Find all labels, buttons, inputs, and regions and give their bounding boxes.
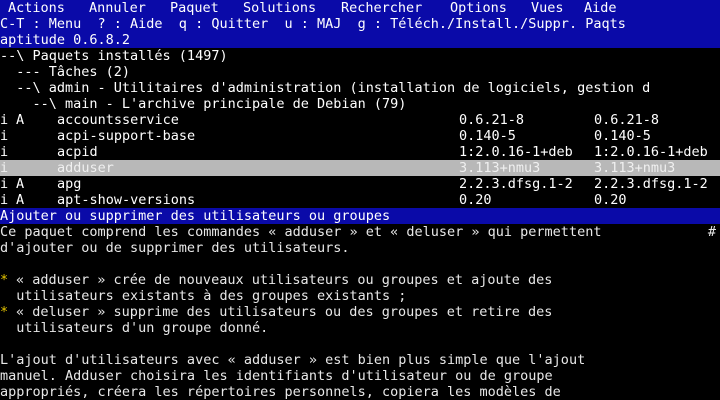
package-row-selected[interactable]: i adduser 3.113+nmu3 3.113+nmu3: [0, 160, 720, 176]
menu-annuler[interactable]: Annuler: [89, 0, 146, 16]
description-line: * « adduser » crée de nouveaux utilisate…: [0, 272, 720, 288]
menu-vues[interactable]: Vues: [531, 0, 564, 16]
package-row[interactable]: i A accountsservice 0.6.21-8 0.6.21-8: [0, 112, 720, 128]
description-text: L'ajout d'utilisateurs avec « adduser » …: [0, 352, 586, 368]
package-state-flag: i: [0, 192, 9, 208]
package-current-version: 1:2.0.16-1+deb: [459, 144, 573, 160]
description-line: utilisateurs existants à des groupes exi…: [0, 288, 720, 304]
description-text: appropriés, créera les répertoires perso…: [0, 384, 561, 400]
description-line: [0, 336, 720, 352]
package-candidate-version: 0.140-5: [594, 128, 651, 144]
version-text: aptitude 0.6.8.2: [0, 32, 131, 48]
package-name: apt-show-versions: [57, 192, 196, 208]
description-text: « adduser » crée de nouveaux utilisateur…: [16, 272, 553, 288]
description-text: utilisateurs existants à des groupes exi…: [0, 288, 407, 304]
tree-main[interactable]: --\ main - L'archive principale de Debia…: [0, 96, 720, 112]
description-line: * « deluser » supprime des utilisateurs …: [0, 304, 720, 320]
menu-options[interactable]: Options: [450, 0, 507, 16]
package-current-version: 3.113+nmu3: [459, 160, 541, 176]
package-state-flag: i: [0, 112, 9, 128]
package-candidate-version: 0.6.21-8: [594, 112, 660, 128]
menu-paquet[interactable]: Paquet: [170, 0, 219, 16]
package-state-flag: i: [0, 176, 9, 192]
package-row[interactable]: i A apg 2.2.3.dfsg.1-2 2.2.3.dfsg.1-2: [0, 176, 720, 192]
menu-bar: Actions Annuler Paquet Solutions Recherc…: [0, 0, 720, 16]
description-text: d'ajouter ou de supprimer des utilisateu…: [0, 240, 350, 256]
package-name: apg: [57, 176, 82, 192]
scroll-indicator[interactable]: #: [708, 224, 716, 240]
key-hints-text: C-T : Menu ? : Aide q : Quitter u : MAJ …: [0, 16, 626, 32]
description-text: Ce paquet comprend les commandes « addus…: [0, 224, 602, 240]
description-title-bar: Ajouter ou supprimer des utilisateurs ou…: [0, 208, 720, 224]
description-line: L'ajout d'utilisateurs avec « adduser » …: [0, 352, 720, 368]
package-row[interactable]: i acpid 1:2.0.16-1+deb 1:2.0.16-1+deb: [0, 144, 720, 160]
tree-admin[interactable]: --\ admin - Utilitaires d'administration…: [0, 80, 720, 96]
package-candidate-version: 3.113+nmu3: [594, 160, 676, 176]
package-name: acpi-support-base: [57, 128, 196, 144]
bullet-icon: *: [0, 272, 9, 288]
tree-label: --\ Paquets installés (1497): [0, 48, 228, 64]
package-current-version: 0.6.21-8: [459, 112, 525, 128]
description-line: appropriés, créera les répertoires perso…: [0, 384, 720, 400]
package-state-flag: i: [0, 128, 9, 144]
package-current-version: 2.2.3.dfsg.1-2: [459, 176, 573, 192]
tree-installed[interactable]: --\ Paquets installés (1497): [0, 48, 720, 64]
description-line: manuel. Adduser choisira les identifiant…: [0, 368, 720, 384]
package-auto-flag: A: [16, 176, 25, 192]
package-state-flag: i: [0, 160, 9, 176]
description-line: [0, 256, 720, 272]
description-text: « deluser » supprime des utilisateurs ou…: [16, 304, 553, 320]
aptitude-terminal: Actions Annuler Paquet Solutions Recherc…: [0, 0, 720, 400]
menu-rechercher[interactable]: Rechercher: [341, 0, 422, 16]
package-name: adduser: [57, 160, 114, 176]
version-bar: aptitude 0.6.8.2: [0, 32, 720, 48]
package-name: accountsservice: [57, 112, 179, 128]
tree-tasks[interactable]: --- Tâches (2): [0, 64, 720, 80]
description-text: utilisateurs d'un groupe donné.: [0, 320, 269, 336]
tree-label: --- Tâches (2): [0, 64, 131, 80]
package-row[interactable]: i acpi-support-base 0.140-5 0.140-5: [0, 128, 720, 144]
package-state-flag: i: [0, 144, 9, 160]
tree-label: --\ admin - Utilitaires d'administration…: [0, 80, 651, 96]
package-candidate-version: 0.20: [594, 192, 627, 208]
package-current-version: 0.20: [459, 192, 492, 208]
key-hints: C-T : Menu ? : Aide q : Quitter u : MAJ …: [0, 16, 720, 32]
package-current-version: 0.140-5: [459, 128, 516, 144]
package-candidate-version: 2.2.3.dfsg.1-2: [594, 176, 708, 192]
package-auto-flag: A: [16, 192, 25, 208]
menu-actions[interactable]: Actions: [8, 0, 65, 16]
package-auto-flag: A: [16, 112, 25, 128]
tree-label: --\ main - L'archive principale de Debia…: [0, 96, 407, 112]
description-line: utilisateurs d'un groupe donné.: [0, 320, 720, 336]
package-candidate-version: 1:2.0.16-1+deb: [594, 144, 708, 160]
menu-solutions[interactable]: Solutions: [243, 0, 316, 16]
description-title: Ajouter ou supprimer des utilisateurs ou…: [0, 208, 391, 224]
package-name: acpid: [57, 144, 98, 160]
description-text: manuel. Adduser choisira les identifiant…: [0, 368, 553, 384]
description-line: d'ajouter ou de supprimer des utilisateu…: [0, 240, 720, 256]
menu-aide[interactable]: Aide: [584, 0, 617, 16]
description-line: Ce paquet comprend les commandes « addus…: [0, 224, 720, 240]
package-row[interactable]: i A apt-show-versions 0.20 0.20: [0, 192, 720, 208]
bullet-icon: *: [0, 304, 9, 320]
